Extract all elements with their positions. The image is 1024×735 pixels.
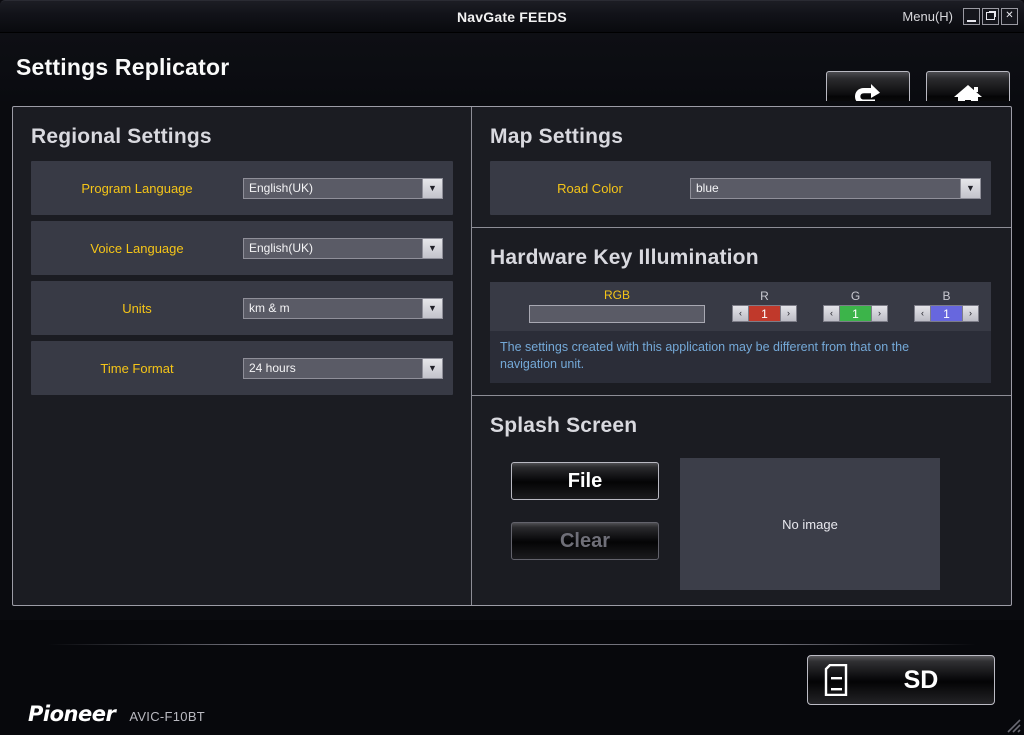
chevron-down-icon[interactable]: ▼ xyxy=(422,358,442,378)
select-time-format[interactable]: 24 hours ▼ xyxy=(243,357,443,379)
spinner-red: R ‹ 1 › xyxy=(732,289,797,322)
page-header: Settings Replicator xyxy=(0,33,1024,120)
setting-row-road-color: Road Color blue ▼ xyxy=(490,161,991,215)
rgb-input[interactable] xyxy=(529,305,705,323)
spinner-control-green: ‹ 1 › xyxy=(823,305,888,322)
label-road-color: Road Color xyxy=(557,180,623,196)
illumination-title: Hardware Key Illumination xyxy=(490,246,759,269)
restore-button[interactable] xyxy=(982,8,999,25)
label-program-language: Program Language xyxy=(81,180,193,196)
splash-screen-panel: Splash Screen File Clear No image xyxy=(472,396,1011,590)
rgb-row: RGB R ‹ 1 › G ‹ 1 › B ‹ 1 › xyxy=(502,288,979,323)
spinner-blue: B ‹ 1 › xyxy=(914,289,979,322)
splash-preview: No image xyxy=(680,458,940,590)
footer: SD Pioneer AVIC-F10BT xyxy=(0,620,1024,735)
increment-green-button[interactable]: › xyxy=(871,305,888,322)
window-title: NavGate FEEDS xyxy=(457,8,567,25)
pioneer-logo: Pioneer xyxy=(28,702,116,726)
restore-icon xyxy=(986,12,995,20)
menu-button[interactable]: Menu(H) xyxy=(902,9,953,24)
spinner-green: G ‹ 1 › xyxy=(823,289,888,322)
close-button[interactable]: ✕ xyxy=(1001,8,1018,25)
select-program-language[interactable]: English(UK) ▼ xyxy=(243,177,443,199)
chevron-down-icon[interactable]: ▼ xyxy=(422,238,442,258)
rgb-controls: RGB R ‹ 1 › G ‹ 1 › B ‹ 1 › xyxy=(490,282,991,331)
splash-body: File Clear No image xyxy=(490,450,991,590)
select-road-color[interactable]: blue ▼ xyxy=(690,177,981,199)
spinner-control-blue: ‹ 1 › xyxy=(914,305,979,322)
value-voice-language: English(UK) xyxy=(249,241,314,255)
rgb-label: RGB xyxy=(603,288,630,302)
label-units: Units xyxy=(122,300,152,316)
rgb-field-group: RGB xyxy=(502,288,732,323)
label-green: G xyxy=(850,289,861,303)
clear-button[interactable]: Clear xyxy=(511,522,659,560)
decrement-green-button[interactable]: ‹ xyxy=(823,305,840,322)
page-title: Settings Replicator xyxy=(16,53,230,80)
label-voice-language: Voice Language xyxy=(90,240,184,256)
illumination-note-panel: The settings created with this applicati… xyxy=(490,331,991,383)
setting-row-voice-language: Voice Language English(UK) ▼ xyxy=(31,221,453,275)
select-voice-language[interactable]: English(UK) ▼ xyxy=(243,237,443,259)
splash-button-group: File Clear xyxy=(490,458,680,590)
sd-button[interactable]: SD xyxy=(807,655,995,705)
label-time-format: Time Format xyxy=(100,360,174,376)
decrement-red-button[interactable]: ‹ xyxy=(732,305,749,322)
settings-frame: Regional Settings Program Language Engli… xyxy=(12,106,1012,606)
minimize-icon xyxy=(967,20,976,22)
sd-card-icon xyxy=(808,664,864,696)
right-column: Map Settings Road Color blue ▼ Hardware … xyxy=(472,107,1011,605)
splash-preview-text: No image xyxy=(782,516,838,532)
value-blue: 1 xyxy=(931,305,962,322)
content-area: Regional Settings Program Language Engli… xyxy=(0,101,1024,620)
map-settings-panel: Map Settings Road Color blue ▼ xyxy=(472,107,1011,215)
file-button[interactable]: File xyxy=(511,462,659,500)
select-units[interactable]: km & m ▼ xyxy=(243,297,443,319)
footer-divider xyxy=(48,644,976,645)
setting-row-units: Units km & m ▼ xyxy=(31,281,453,335)
decrement-blue-button[interactable]: ‹ xyxy=(914,305,931,322)
value-time-format: 24 hours xyxy=(249,361,296,375)
window-controls: ✕ xyxy=(963,8,1018,25)
regional-settings-panel: Regional Settings Program Language Engli… xyxy=(13,107,472,605)
model-name: AVIC-F10BT xyxy=(129,709,206,724)
rgb-spinners: R ‹ 1 › G ‹ 1 › B ‹ 1 › xyxy=(732,289,979,323)
illumination-panel: Hardware Key Illumination RGB R ‹ 1 › G … xyxy=(472,228,1011,383)
chevron-down-icon[interactable]: ▼ xyxy=(422,178,442,198)
illumination-note: The settings created with this applicati… xyxy=(500,340,910,371)
value-green: 1 xyxy=(840,305,871,322)
increment-red-button[interactable]: › xyxy=(780,305,797,322)
title-bar: NavGate FEEDS Menu(H) ✕ xyxy=(0,0,1024,33)
chevron-down-icon[interactable]: ▼ xyxy=(422,298,442,318)
spinner-control-red: ‹ 1 › xyxy=(732,305,797,322)
value-units: km & m xyxy=(249,301,290,315)
menu-label: Menu(H) xyxy=(902,9,953,24)
value-road-color: blue xyxy=(696,181,719,195)
sd-button-label: SD xyxy=(903,665,939,694)
label-red: R xyxy=(760,289,769,303)
minimize-button[interactable] xyxy=(963,8,980,25)
setting-row-program-language: Program Language English(UK) ▼ xyxy=(31,161,453,215)
application-window: NavGate FEEDS Menu(H) ✕ Settings Replica… xyxy=(0,0,1024,735)
splash-screen-title: Splash Screen xyxy=(490,414,638,437)
brand-area: Pioneer AVIC-F10BT xyxy=(28,702,205,726)
value-program-language: English(UK) xyxy=(249,181,314,195)
label-blue: B xyxy=(942,289,951,303)
chevron-down-icon[interactable]: ▼ xyxy=(960,178,980,198)
setting-row-time-format: Time Format 24 hours ▼ xyxy=(31,341,453,395)
resize-grip[interactable] xyxy=(1003,715,1021,733)
title-bar-right: Menu(H) ✕ xyxy=(902,1,1018,32)
value-red: 1 xyxy=(749,305,780,322)
increment-blue-button[interactable]: › xyxy=(962,305,979,322)
map-settings-title: Map Settings xyxy=(490,125,624,148)
regional-settings-title: Regional Settings xyxy=(31,125,212,148)
